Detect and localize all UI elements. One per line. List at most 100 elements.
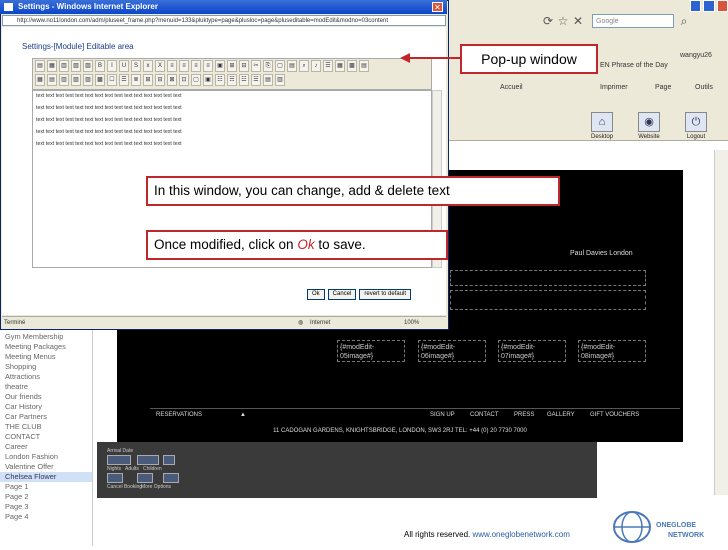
toolbar-button-icon[interactable]: ▥ [275, 74, 285, 86]
sidebar-item[interactable]: Page 3 [0, 502, 92, 512]
toolbar-button-icon[interactable]: ▦ [35, 74, 45, 86]
sidebar-item[interactable]: London Fashion [0, 452, 92, 462]
adults-select[interactable] [137, 473, 153, 483]
toolbar-button-icon[interactable]: ⊟ [155, 74, 165, 86]
sidebar-item[interactable]: Gym Membership [0, 332, 92, 342]
toolbar-button-icon[interactable]: S [131, 60, 141, 72]
logout-button[interactable]: ⏻ Logout [683, 112, 709, 150]
ok-button[interactable]: Ok [307, 289, 325, 300]
toolbar-button-icon[interactable]: ▣ [215, 60, 225, 72]
popup-close-button[interactable]: ✕ [432, 2, 443, 12]
page-button[interactable]: Page [655, 80, 671, 96]
toolbar-button-icon[interactable]: B [95, 60, 105, 72]
sidebar-item[interactable]: Car History [0, 402, 92, 412]
toolbar-button-icon[interactable]: ⊡ [179, 74, 189, 86]
toolbar-button-icon[interactable]: ☐ [107, 74, 117, 86]
minimize-icon[interactable] [690, 0, 702, 12]
sidebar-item[interactable]: CONTACT [0, 432, 92, 442]
toolbar-button-icon[interactable]: ≡ [167, 60, 177, 72]
toolbar-button-icon[interactable]: ▧ [71, 74, 81, 86]
toolbar-button-icon[interactable]: ▢ [275, 60, 285, 72]
toolbar-button-icon[interactable]: ▥ [59, 74, 69, 86]
toolbar-button-icon[interactable]: ☰ [119, 74, 129, 86]
toolbar-button-icon[interactable]: U [119, 60, 129, 72]
toolbar-button-icon[interactable]: ≡ [179, 60, 189, 72]
nav-up-arrow-icon[interactable]: ▲ [240, 412, 246, 418]
search-input[interactable]: Google [592, 14, 674, 28]
children-select[interactable] [163, 473, 179, 483]
sidebar-item[interactable]: Car Partners [0, 412, 92, 422]
mod-edit-06[interactable]: {#modEdit- 06image#} [418, 340, 486, 362]
sidebar-item[interactable]: theatre [0, 382, 92, 392]
toolbar-button-icon[interactable]: ♪ [311, 60, 321, 72]
toolbar-button-icon[interactable]: ✂ [251, 60, 261, 72]
toolbar-button-icon[interactable]: ☷ [215, 74, 225, 86]
toolbar-button-icon[interactable]: ☳ [239, 74, 249, 86]
page-scrollbar[interactable] [714, 150, 728, 495]
desktop-button[interactable]: ⌂ Desktop [589, 112, 615, 150]
toolbar-button-icon[interactable]: ▦ [47, 60, 57, 72]
toolbar-button-icon[interactable]: X [155, 60, 165, 72]
toolbar-button-icon[interactable]: x [143, 60, 153, 72]
nav-contact[interactable]: CONTACT [470, 412, 499, 418]
toolbar-button-icon[interactable]: ☵ [227, 74, 237, 86]
maximize-icon[interactable] [703, 0, 715, 12]
revert-button[interactable]: revert to default [359, 289, 412, 300]
toolbar-button-icon[interactable]: ▦ [335, 60, 345, 72]
sidebar-item[interactable]: Chelsea Flower [0, 472, 92, 482]
toolbar-button-icon[interactable]: ▤ [359, 60, 369, 72]
sidebar-item[interactable]: Page 4 [0, 512, 92, 522]
sidebar-item[interactable]: Page 1 [0, 482, 92, 492]
toolbar-button-icon[interactable]: ▤ [47, 74, 57, 86]
close-tab-icon[interactable]: ✕ [571, 14, 585, 28]
sidebar-item[interactable]: THE CLUB [0, 422, 92, 432]
nav-signup[interactable]: SIGN UP [430, 412, 455, 418]
close-icon[interactable] [716, 0, 728, 12]
footer-link[interactable]: www.oneglobenetwork.com [472, 530, 569, 539]
toolbar-button-icon[interactable]: ⊟ [239, 60, 249, 72]
editable-region[interactable] [450, 270, 646, 286]
zoom-level[interactable]: 100% [404, 317, 419, 329]
favorites-icon[interactable]: ☆ [556, 14, 570, 28]
toolbar-button-icon[interactable]: ▩ [95, 74, 105, 86]
phrase-of-day-link[interactable]: EN Phrase of the Day [600, 58, 668, 74]
editable-region[interactable] [450, 290, 646, 310]
tools-button[interactable]: Outils [695, 80, 713, 96]
toolbar-button-icon[interactable]: ▨ [83, 60, 93, 72]
arrival-calendar-icon[interactable] [163, 455, 175, 465]
toolbar-button-icon[interactable]: ▢ [191, 74, 201, 86]
sidebar-item[interactable]: Attractions [0, 372, 92, 382]
toolbar-button-icon[interactable]: ▥ [59, 60, 69, 72]
toolbar-button-icon[interactable]: ⎘ [263, 60, 273, 72]
toolbar-button-icon[interactable]: ▤ [263, 74, 273, 86]
more-options-link[interactable]: More Options [141, 484, 171, 490]
nav-press[interactable]: PRESS [514, 412, 534, 418]
toolbar-button-icon[interactable]: ⌕ [299, 60, 309, 72]
sidebar-item[interactable]: Meeting Menus [0, 352, 92, 362]
toolbar-button-icon[interactable]: ☱ [251, 74, 261, 86]
cancel-button[interactable]: Cancel [327, 289, 357, 300]
toolbar-button-icon[interactable]: ☰ [323, 60, 333, 72]
sidebar-item[interactable]: Career [0, 442, 92, 452]
toolbar-button-icon[interactable]: ⊞ [143, 74, 153, 86]
nav-gift-vouchers[interactable]: GIFT VOUCHERS [590, 412, 639, 418]
toolbar-button-icon[interactable]: ⊞ [227, 60, 237, 72]
toolbar-button-icon[interactable]: I [107, 60, 117, 72]
mod-edit-07[interactable]: {#modEdit- 07image#} [498, 340, 566, 362]
search-icon[interactable]: ⌕ [677, 14, 691, 28]
toolbar-button-icon[interactable]: ▨ [83, 74, 93, 86]
toolbar-button-icon[interactable]: ▤ [35, 60, 45, 72]
toolbar-button-icon[interactable]: ≡ [191, 60, 201, 72]
toolbar-button-icon[interactable]: ▧ [71, 60, 81, 72]
nav-gallery[interactable]: GALLERY [547, 412, 575, 418]
popup-address-bar[interactable]: http://www.no11london.com/adm/pluseet_fr… [2, 15, 446, 26]
sidebar-item[interactable]: Shopping [0, 362, 92, 372]
sidebar-item[interactable]: Meeting Packages [0, 342, 92, 352]
toolbar-button-icon[interactable]: ≡ [203, 60, 213, 72]
toolbar-button-icon[interactable]: ▤ [287, 60, 297, 72]
nights-select[interactable] [107, 473, 123, 483]
website-button[interactable]: ◉ Website [636, 112, 662, 150]
print-button[interactable]: Imprimer [600, 80, 628, 96]
toolbar-button-icon[interactable]: ≣ [131, 74, 141, 86]
sidebar-item[interactable]: Page 2 [0, 492, 92, 502]
